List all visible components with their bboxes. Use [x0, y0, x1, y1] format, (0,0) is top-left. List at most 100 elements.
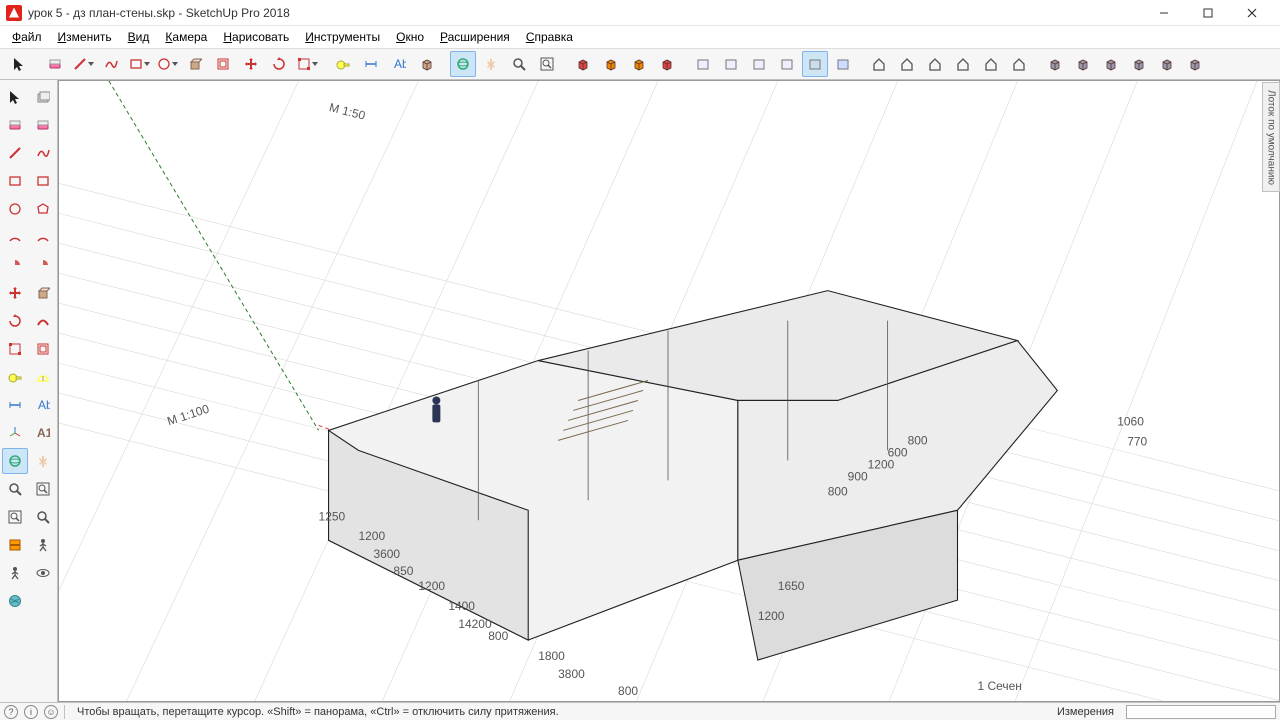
- side-prev[interactable]: [30, 504, 56, 530]
- orbit-tool[interactable]: [450, 51, 476, 77]
- side-zoomext[interactable]: [2, 504, 28, 530]
- side-components[interactable]: [30, 84, 56, 110]
- side-dim[interactable]: [2, 392, 28, 418]
- solid-tool-1[interactable]: [1070, 51, 1096, 77]
- paint-tool[interactable]: [414, 51, 440, 77]
- menu-изменить[interactable]: Изменить: [50, 28, 120, 46]
- measurements-label: Измерения: [1051, 706, 1120, 718]
- side-line[interactable]: [2, 140, 28, 166]
- view-top[interactable]: [718, 51, 744, 77]
- user-icon[interactable]: ☺: [44, 705, 58, 719]
- zoom-extents-tool[interactable]: [534, 51, 560, 77]
- scale-tool[interactable]: [294, 51, 320, 77]
- component-edit[interactable]: [598, 51, 624, 77]
- side-select[interactable]: [2, 84, 28, 110]
- component-del[interactable]: [654, 51, 680, 77]
- measurements-input[interactable]: [1126, 705, 1276, 719]
- side-scale[interactable]: [2, 336, 28, 362]
- side-arc2[interactable]: [30, 224, 56, 250]
- side-rectangle[interactable]: [2, 168, 28, 194]
- viewport-3d[interactable]: M 1:100 M 1:50 1250 1200 3600 850 1200 1…: [58, 80, 1280, 702]
- menu-камера[interactable]: Камера: [157, 28, 215, 46]
- rectangle-tool[interactable]: [126, 51, 152, 77]
- side-pushpull[interactable]: [30, 280, 56, 306]
- side-freehand[interactable]: [30, 140, 56, 166]
- dimension-tool[interactable]: [358, 51, 384, 77]
- tray-tab[interactable]: Лоток по умолчанию: [1262, 82, 1280, 192]
- solid-tool-4[interactable]: [1154, 51, 1180, 77]
- side-eraser2[interactable]: [30, 112, 56, 138]
- menu-файл[interactable]: Файл: [4, 28, 50, 46]
- solid-tool-0[interactable]: [1042, 51, 1068, 77]
- move-tool[interactable]: [238, 51, 264, 77]
- freehand-tool[interactable]: [98, 51, 124, 77]
- status-hint: Чтобы вращать, перетащите курсор. «Shift…: [71, 706, 1045, 718]
- side-eraser[interactable]: [2, 112, 28, 138]
- side-orbit[interactable]: [2, 448, 28, 474]
- solid-tool-3[interactable]: [1126, 51, 1152, 77]
- side-look[interactable]: [2, 560, 28, 586]
- menu-нарисовать[interactable]: Нарисовать: [215, 28, 297, 46]
- component-save[interactable]: [626, 51, 652, 77]
- side-arc[interactable]: [2, 224, 28, 250]
- view-iso[interactable]: [690, 51, 716, 77]
- side-pie[interactable]: [2, 252, 28, 278]
- side-circle[interactable]: [2, 196, 28, 222]
- side-position[interactable]: [30, 560, 56, 586]
- style-hidden[interactable]: [894, 51, 920, 77]
- pan-tool[interactable]: [478, 51, 504, 77]
- side-polygon[interactable]: [30, 196, 56, 222]
- tape-tool[interactable]: [330, 51, 356, 77]
- circle-tool[interactable]: [154, 51, 180, 77]
- help-icon[interactable]: ?: [4, 705, 18, 719]
- svg-text:1400: 1400: [448, 599, 475, 613]
- geo-icon[interactable]: i: [24, 705, 38, 719]
- style-wire[interactable]: [866, 51, 892, 77]
- side-rotate[interactable]: [2, 308, 28, 334]
- svg-text:900: 900: [848, 469, 868, 483]
- view-right[interactable]: [830, 51, 856, 77]
- side-protractor[interactable]: [30, 364, 56, 390]
- rotate-tool[interactable]: [266, 51, 292, 77]
- side-walk[interactable]: [30, 532, 56, 558]
- menu-справка[interactable]: Справка: [518, 28, 581, 46]
- close-button[interactable]: [1230, 0, 1274, 26]
- eraser-tool[interactable]: [42, 51, 68, 77]
- side-pan[interactable]: [30, 448, 56, 474]
- offset-tool[interactable]: [210, 51, 236, 77]
- view-front[interactable]: [746, 51, 772, 77]
- side-zoom[interactable]: [2, 476, 28, 502]
- menu-инструменты[interactable]: Инструменты: [297, 28, 388, 46]
- pushpull-tool[interactable]: [182, 51, 208, 77]
- side-followme[interactable]: [30, 308, 56, 334]
- component-make[interactable]: [570, 51, 596, 77]
- side-text[interactable]: Ab: [30, 392, 56, 418]
- side-move[interactable]: [2, 280, 28, 306]
- side-axes[interactable]: [2, 420, 28, 446]
- select-tool[interactable]: [6, 51, 32, 77]
- line-tool[interactable]: [70, 51, 96, 77]
- side-geo[interactable]: [2, 588, 28, 614]
- solid-tool-5[interactable]: [1182, 51, 1208, 77]
- solid-tool-2[interactable]: [1098, 51, 1124, 77]
- menu-окно[interactable]: Окно: [388, 28, 432, 46]
- view-back[interactable]: [774, 51, 800, 77]
- menu-расширения[interactable]: Расширения: [432, 28, 518, 46]
- menu-вид[interactable]: Вид: [120, 28, 158, 46]
- side-3dtext[interactable]: A1: [30, 420, 56, 446]
- maximize-button[interactable]: [1186, 0, 1230, 26]
- minimize-button[interactable]: [1142, 0, 1186, 26]
- side-section[interactable]: [2, 532, 28, 558]
- side-tape[interactable]: [2, 364, 28, 390]
- style-xray[interactable]: [1006, 51, 1032, 77]
- style-tex[interactable]: [950, 51, 976, 77]
- side-rotrect[interactable]: [30, 168, 56, 194]
- style-shaded[interactable]: [922, 51, 948, 77]
- style-mono[interactable]: [978, 51, 1004, 77]
- view-left[interactable]: [802, 51, 828, 77]
- side-offset[interactable]: [30, 336, 56, 362]
- side-pie2[interactable]: [30, 252, 56, 278]
- text-tool[interactable]: Ab: [386, 51, 412, 77]
- side-zoomwin[interactable]: [30, 476, 56, 502]
- zoom-tool[interactable]: [506, 51, 532, 77]
